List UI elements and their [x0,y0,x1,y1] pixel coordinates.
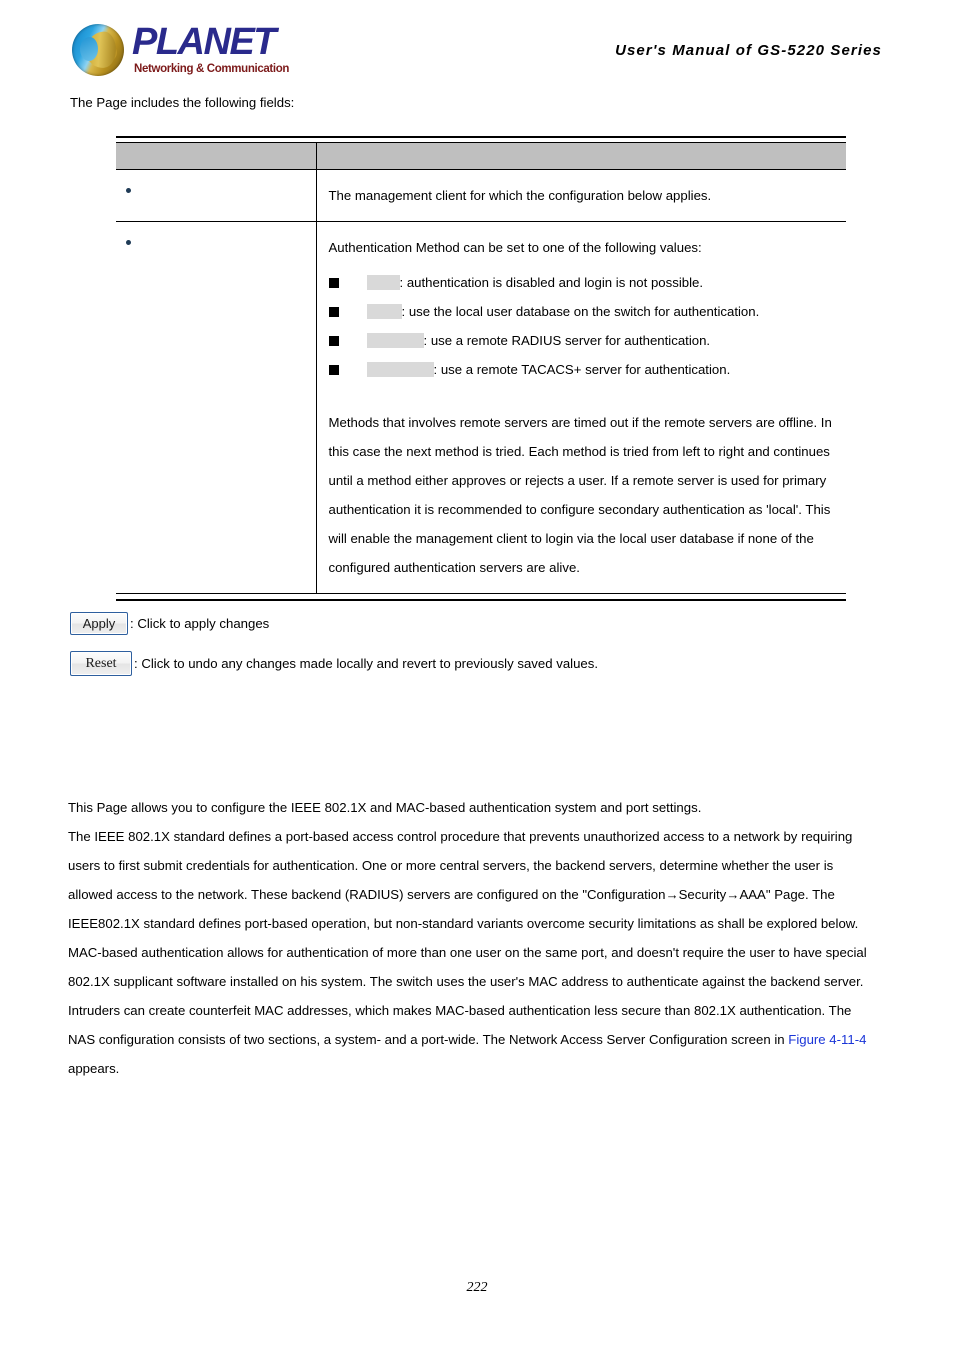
apply-button-caption: : Click to apply changes [130,616,270,631]
page-number: 222 [466,1280,488,1295]
reset-button-row: Reset : Click to undo any changes made l… [70,651,890,676]
method-term-none [366,275,400,291]
row-description-cell: The management client for which the conf… [316,169,847,222]
object-cell-inner [116,170,316,216]
list-item: : use the local user database on the swi… [328,297,837,326]
object-cell-inner [116,222,316,268]
table-row: The management client for which the conf… [116,169,847,222]
fields-table: The management client for which the conf… [116,136,846,601]
description-cell-inner: Authentication Method can be set to one … [317,222,847,593]
planet-logo: PLANET Networking & Communication [72,21,289,80]
table-row: Authentication Method can be set to one … [116,221,846,594]
square-bullet-icon [328,277,339,288]
list-item: : use a remote TACACS+ server for authen… [328,355,837,384]
page-header: PLANET Networking & Communication User's… [0,0,954,92]
row-object-cell [116,169,317,222]
method-text: : use a remote TACACS+ server for authen… [433,362,731,377]
apply-button[interactable]: Apply [70,612,128,635]
intro-text: The Page includes the following fields: [70,95,295,110]
logo-tagline: Networking & Communication [134,63,290,75]
column-header-description [316,142,846,170]
row-description-cell: Authentication Method can be set to one … [316,222,846,594]
apply-button-row: Apply : Click to apply changes [70,612,890,635]
body-section: This Page allows you to configure the IE… [68,793,880,1083]
description-text: Authentication Method can be set to one … [328,240,702,255]
body-paragraph-3-tail: appears. [68,1061,120,1076]
list-item: : authentication is disabled and login i… [328,268,837,297]
method-term-tacacs [366,362,434,378]
method-term-radius [366,333,424,349]
row-object-cell [116,221,317,594]
auth-method-list: : authentication is disabled and login i… [328,268,837,384]
body-paragraph-3: MAC-based authentication allows for auth… [68,938,880,1083]
reset-button-caption: : Click to undo any changes made locally… [134,656,599,671]
table-bottom-rule-left [116,593,316,601]
bullet-icon [126,240,131,246]
body-paragraph-3-text: MAC-based authentication allows for auth… [68,945,867,1047]
reset-button[interactable]: Reset [70,651,132,676]
square-bullet-icon [328,306,339,317]
manual-title: User's Manual of GS-5220 Series [615,42,882,59]
square-bullet-icon [328,364,339,375]
bullet-icon [126,188,131,194]
method-text: : use a remote RADIUS server for authent… [423,333,711,348]
list-item: : use a remote RADIUS server for authent… [328,326,837,355]
globe-icon [72,24,124,76]
method-term-local [366,304,402,320]
column-header-object [116,142,317,170]
table-bottom-rule [116,593,846,601]
body-paragraph-2: The IEEE 802.1X standard defines a port-… [68,829,859,931]
method-text: : authentication is disabled and login i… [399,275,704,290]
method-note-text: Methods that involves remote servers are… [328,415,832,575]
buttons-section: Apply : Click to apply changes Reset : C… [70,612,890,692]
logo-wordmark: PLANET [132,21,277,63]
description-text: The management client for which the conf… [328,188,712,203]
table-bottom-rule-right [316,593,846,601]
figure-link[interactable]: Figure 4-11-4 [788,1032,866,1047]
square-bullet-icon [328,335,339,346]
body-paragraph-1: This Page allows you to configure the IE… [68,800,702,815]
table-header-row [116,142,846,170]
description-cell-inner: The management client for which the conf… [317,170,847,221]
method-text: : use the local user database on the swi… [401,304,760,319]
